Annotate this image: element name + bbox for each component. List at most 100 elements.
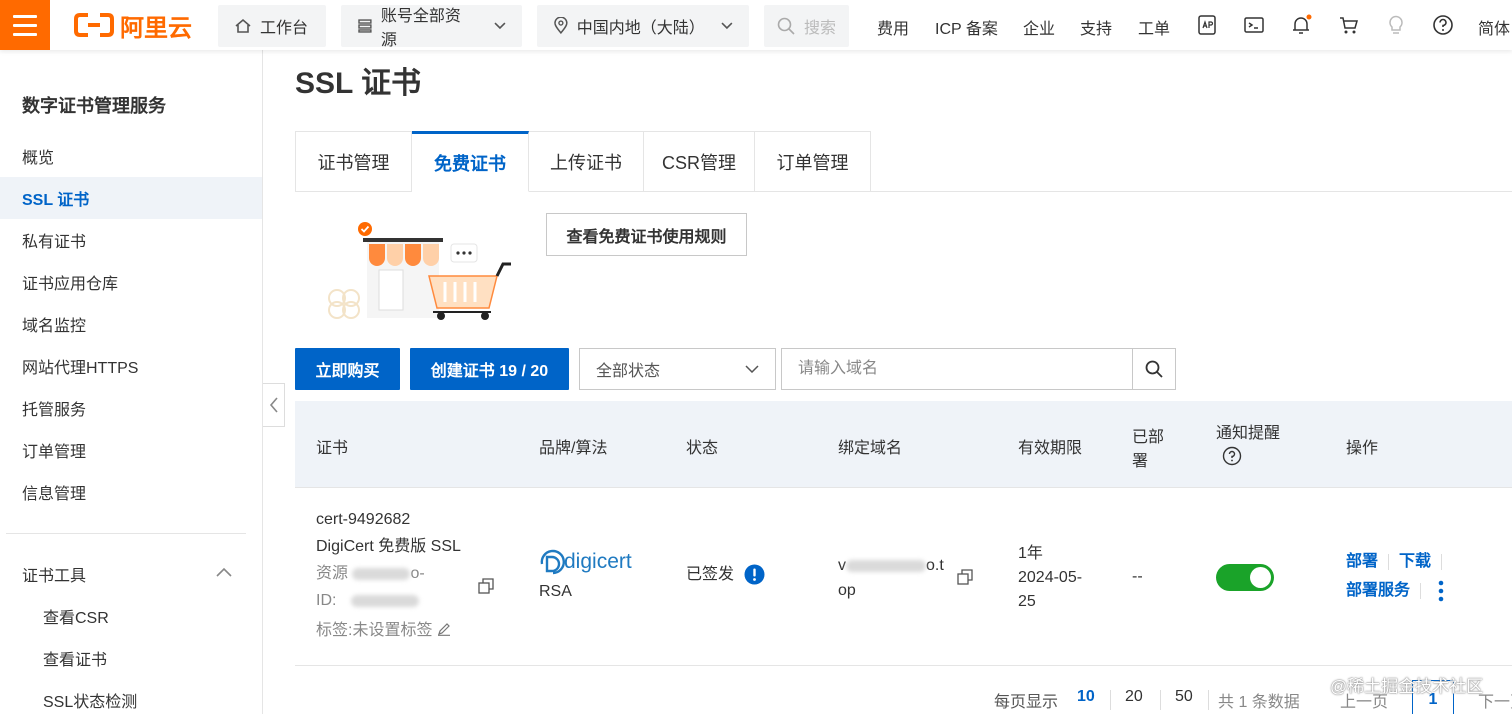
aliyun-logo[interactable]: 阿里云 [74, 11, 192, 42]
sidebar-item-overview[interactable]: 概览 [0, 135, 262, 177]
tab-free-certificates[interactable]: 免费证书 [412, 131, 529, 192]
header-validity: 有效期限 [1018, 440, 1083, 457]
deployed-count: -- [1132, 568, 1143, 585]
bell-icon[interactable] [1290, 14, 1312, 36]
deploy-service-link[interactable]: 部署服务 [1346, 582, 1410, 599]
sidebar-item-label: SSL状态检测 [43, 694, 138, 711]
chevron-up-icon [216, 567, 232, 577]
view-free-cert-rules-button[interactable]: 查看免费证书使用规则 [546, 213, 747, 256]
algorithm: RSA [539, 583, 572, 600]
help-icon[interactable] [1432, 14, 1454, 36]
sidebar-item-domain-monitoring[interactable]: 域名监控 [0, 303, 262, 345]
header-bound-domain: 绑定域名 [838, 440, 903, 457]
sidebar-item-label: 查看证书 [43, 652, 108, 669]
hamburger-menu-icon[interactable] [0, 0, 50, 50]
cert-id: cert-9492682 [316, 511, 411, 528]
watermark-text: @稀土掘金技术社区 [1330, 677, 1484, 696]
tab-upload-certificate[interactable]: 上传证书 [529, 131, 644, 192]
resource-label: 资源 [316, 565, 349, 582]
info-exclamation-icon[interactable] [744, 564, 765, 585]
status-filter-select[interactable]: 全部状态 [579, 348, 776, 390]
page-size-50[interactable]: 50 [1175, 688, 1193, 706]
resource-group-label: 账号全部资源 [380, 8, 461, 49]
top-link-icp[interactable]: ICP 备案 [935, 15, 998, 39]
global-search-box[interactable]: 搜索 [764, 5, 849, 47]
header-status: 状态 [686, 440, 719, 457]
header-certificate: 证书 [316, 440, 349, 457]
copy-icon[interactable] [478, 578, 494, 594]
header-deployed-line2: 署 [1132, 453, 1149, 470]
domain-search-input[interactable] [782, 349, 1132, 389]
app-icon[interactable] [1196, 14, 1218, 36]
sidebar-item-label: 证书应用仓库 [22, 276, 119, 293]
status-filter-value: 全部状态 [596, 363, 661, 380]
sidebar-item-label: 网站代理HTTPS [22, 360, 139, 377]
sidebar-item-cert-repository[interactable]: 证书应用仓库 [0, 261, 262, 303]
sidebar-item-https-proxy[interactable]: 网站代理HTTPS [0, 345, 262, 387]
cart-icon[interactable] [1338, 14, 1360, 36]
sidebar-item-ssl-certificates[interactable]: SSL 证书 [0, 177, 262, 219]
notification-toggle[interactable] [1216, 564, 1274, 591]
cert-resource-line: 资源 o- [316, 560, 425, 587]
cert-tag-line[interactable]: 标签:未设置标签 [316, 617, 451, 644]
sidebar-item-managed-service[interactable]: 托管服务 [0, 387, 262, 429]
page-size-label: 每页显示 [994, 694, 1059, 711]
cert-resource-id-line: ID: [316, 587, 419, 614]
deploy-link[interactable]: 部署 [1346, 553, 1378, 570]
sidebar-group-cert-tools[interactable]: 证书工具 [0, 553, 262, 595]
action-separator [1388, 553, 1390, 570]
page-title: SSL 证书 [295, 67, 422, 100]
page-size-10[interactable]: 10 [1077, 688, 1095, 706]
copy-icon[interactable] [957, 569, 973, 585]
sidebar-item-orders[interactable]: 订单管理 [0, 429, 262, 471]
create-certificate-button[interactable]: 创建证书 19 / 20 [410, 348, 569, 390]
sidebar-title: 数字证书管理服务 [22, 96, 166, 116]
workbench-label: 工作台 [260, 20, 309, 37]
tab-csr-management[interactable]: CSR管理 [644, 131, 755, 192]
top-link-fees[interactable]: 费用 [877, 15, 909, 39]
language-switch[interactable]: 简体 [1478, 15, 1510, 39]
tab-order-management[interactable]: 订单管理 [755, 131, 871, 192]
aliyun-bracket-icon [74, 13, 114, 37]
validity-term: 1年 [1018, 545, 1043, 562]
lightbulb-icon[interactable] [1385, 14, 1407, 36]
table-header: 证书 品牌/算法 状态 绑定域名 有效期限 已部 署 通知提醒 操作 [295, 401, 1512, 488]
resource-group-dropdown[interactable]: 账号全部资源 [341, 5, 522, 49]
domain-search-button[interactable] [1132, 349, 1175, 389]
sidebar-divider [6, 533, 246, 534]
tab-cert-management[interactable]: 证书管理 [295, 131, 412, 192]
edit-icon[interactable] [437, 622, 451, 636]
home-icon [235, 18, 251, 33]
redacted-domain [846, 559, 926, 572]
cert-product-name: DigiCert 免费版 SSL [316, 538, 461, 555]
top-link-ticket[interactable]: 工单 [1138, 15, 1170, 39]
chevron-left-icon [269, 397, 278, 413]
sidebar-item-info-management[interactable]: 信息管理 [0, 471, 262, 513]
sidebar-item-ssl-status-check[interactable]: SSL状态检测 [0, 679, 262, 714]
sidebar: 数字证书管理服务 概览 SSL 证书 私有证书 证书应用仓库 域名监控 网站代理… [0, 50, 263, 714]
buy-now-button[interactable]: 立即购买 [295, 348, 400, 390]
pager-divider [1208, 690, 1209, 710]
actions-line-2: 部署服务 [1346, 577, 1431, 604]
sidebar-item-label: 私有证书 [22, 234, 87, 251]
region-dropdown[interactable]: 中国内地（大陆） [537, 5, 749, 47]
download-link[interactable]: 下载 [1399, 553, 1431, 570]
search-icon [777, 17, 795, 35]
sidebar-item-view-csr[interactable]: 查看CSR [0, 595, 262, 637]
header-notification: 通知提醒 [1216, 425, 1281, 442]
terminal-icon[interactable] [1243, 14, 1265, 36]
redacted-resource-id [352, 567, 411, 580]
free-cert-shop-illustration [328, 222, 511, 320]
top-link-enterprise[interactable]: 企业 [1023, 15, 1055, 39]
validity-date-line2: 25 [1018, 593, 1036, 610]
chevron-down-icon [745, 365, 759, 373]
workbench-button[interactable]: 工作台 [218, 5, 326, 47]
page-size-20[interactable]: 20 [1125, 688, 1143, 706]
chevron-down-icon [721, 22, 733, 30]
more-actions-icon[interactable] [1438, 580, 1444, 602]
help-circle-icon[interactable] [1222, 446, 1242, 466]
sidebar-item-private-certificates[interactable]: 私有证书 [0, 219, 262, 261]
sidebar-collapse-button[interactable] [263, 383, 285, 427]
top-link-support[interactable]: 支持 [1080, 15, 1112, 39]
sidebar-item-view-certificate[interactable]: 查看证书 [0, 637, 262, 679]
